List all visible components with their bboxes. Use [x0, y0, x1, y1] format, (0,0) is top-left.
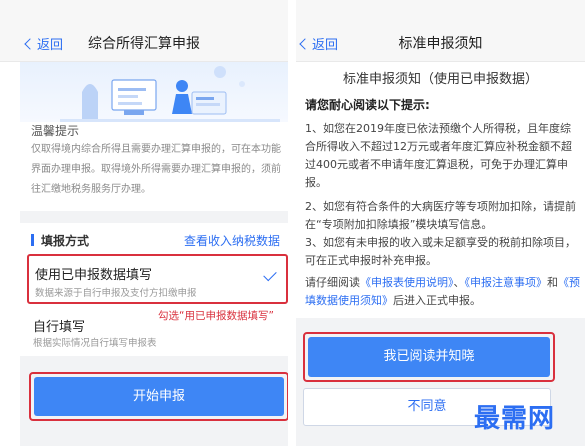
section-title: 填报方式 — [41, 234, 90, 248]
navbar: 返回 标准申报须知 — [296, 0, 585, 62]
notice-item-4: 请仔细阅读《申报表使用说明》、《申报注意事项》和《预填数据使用须知》后进入正式申… — [305, 274, 581, 310]
filing-notice-screen: 返回 标准申报须知 标准申报须知（使用已申报数据） 请您耐心阅读以下提示: 1、… — [296, 0, 585, 446]
highlight-frame: 开始申报 — [29, 372, 288, 421]
notice-item-2: 2、如您有符合条件的大病医疗等专项附加扣除，请提前在“专项附加扣除填报”模块填写… — [305, 200, 576, 231]
tips-text: 仅取得境内综合所得且需要办理汇算申报的，可在本功能界面办理申报。取得境外所得需要… — [31, 144, 281, 195]
option-title: 自行填写 — [33, 320, 86, 335]
notice-text: 、 — [453, 276, 465, 289]
watermark-logo: 最需网 — [474, 404, 556, 434]
notice-text: 后进入正式申报。 — [393, 294, 481, 307]
option-self-fill[interactable]: 自行填写 根据实际情况自行填写申报表 — [27, 312, 288, 352]
option-title: 使用已申报数据填写 — [35, 268, 153, 283]
tips-title: 温馨提示 — [31, 124, 80, 138]
option-description: 数据来源于自行申报及支付方扣缴申报 — [35, 288, 197, 299]
view-income-tax-data-link[interactable]: 查看收入纳税数据 — [184, 232, 280, 249]
page-title: 标准申报须知 — [398, 36, 483, 52]
filing-notes-link[interactable]: 《申报注意事项》 — [465, 276, 548, 289]
notice-heading: 请您耐心阅读以下提示: — [305, 98, 430, 112]
acknowledge-button[interactable]: 我已阅读并知晓 — [308, 337, 550, 377]
divider — [20, 211, 288, 223]
filing-method-header: 填报方式 查看收入纳税数据 — [31, 231, 280, 249]
navbar: 返回 综合所得汇算申报 — [0, 0, 288, 62]
illustration-icon — [60, 66, 280, 122]
page-title: 综合所得汇算申报 — [88, 36, 200, 52]
tax-settlement-screen: 返回 综合所得汇算申报 温馨提示 仅取得境内综合所得且需要办理汇算申报的，可在本… — [0, 0, 292, 446]
notice-item-3: 3、如您有未申报的收入或未足额享受的税前扣除项目，可在正式申报时补充申报。 — [305, 236, 576, 267]
option-use-declared-data[interactable]: 使用已申报数据填写 数据来源于自行申报及支付方扣缴申报 — [27, 254, 288, 304]
section-marker — [31, 234, 34, 246]
highlight-frame: 我已阅读并知晓 — [303, 332, 555, 382]
checkmark-icon — [263, 267, 277, 282]
option-description: 根据实际情况自行填写申报表 — [33, 338, 157, 349]
start-filing-button[interactable]: 开始申报 — [34, 377, 284, 416]
banner-illustration — [20, 62, 288, 122]
notice-item-1: 1、如您在2019年度已依法预缴个人所得税，且年度综合所得收入不超过12万元或者… — [305, 122, 572, 189]
notice-text: 请仔细阅读 — [305, 276, 360, 289]
form-instructions-link[interactable]: 《申报表使用说明》 — [360, 276, 454, 289]
notice-title: 标准申报须知（使用已申报数据） — [342, 72, 538, 87]
notice-text: 和 — [547, 276, 558, 289]
